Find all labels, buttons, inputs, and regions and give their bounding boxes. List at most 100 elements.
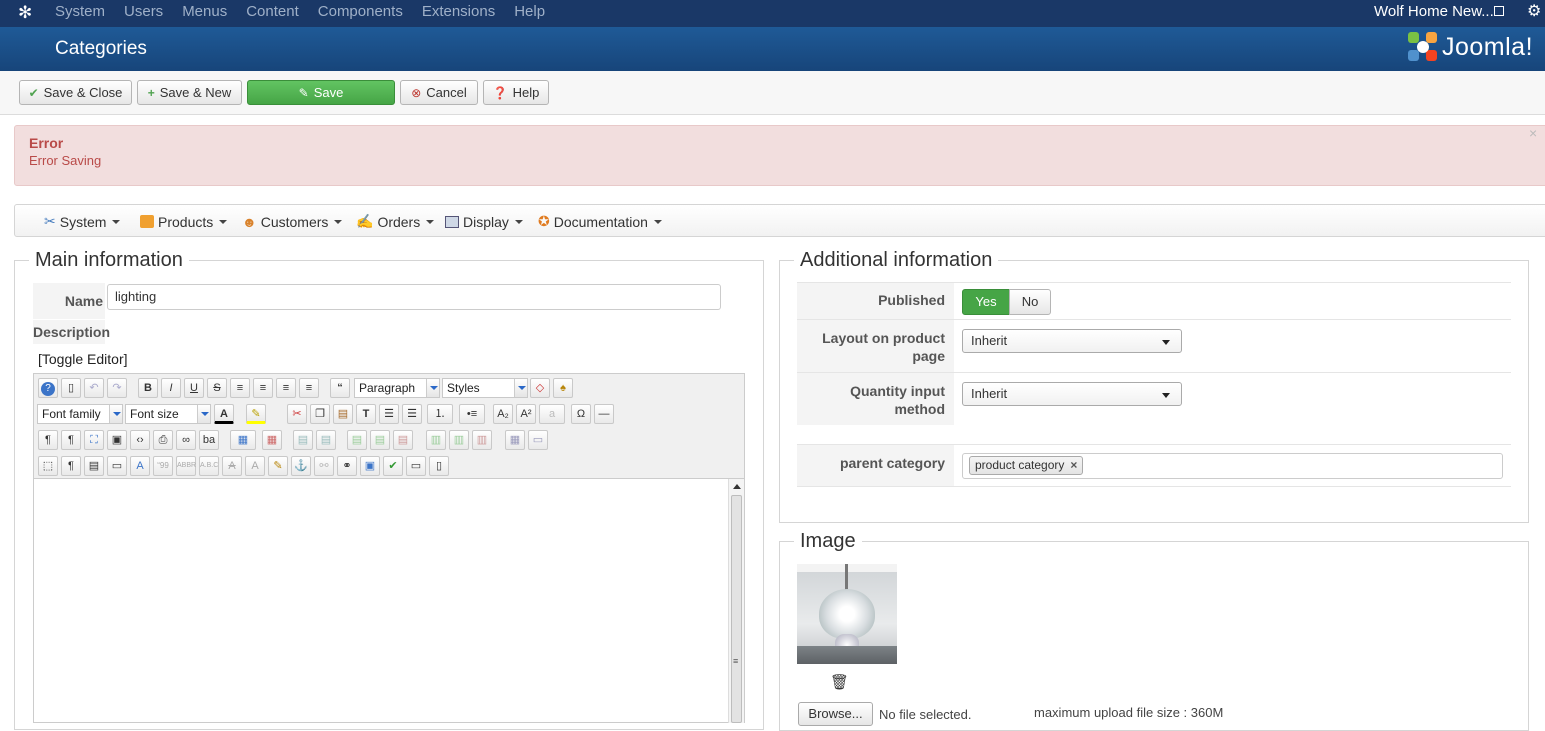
- replace-icon[interactable]: ☰: [402, 404, 422, 424]
- print-icon[interactable]: ⎙: [153, 430, 173, 450]
- save-button[interactable]: ✎ Save: [247, 80, 395, 105]
- menu-users[interactable]: Users: [124, 0, 163, 27]
- copy-icon[interactable]: ❐: [310, 404, 330, 424]
- eraser-icon[interactable]: ◇: [530, 378, 550, 398]
- bold-icon[interactable]: B: [138, 378, 158, 398]
- help-button[interactable]: ❓ Help: [483, 80, 549, 105]
- editor-scrollbar[interactable]: ≡: [728, 479, 744, 723]
- cleanup-icon[interactable]: ♠: [553, 378, 573, 398]
- styleprops-icon[interactable]: A: [130, 456, 150, 476]
- browse-button[interactable]: Browse...: [798, 702, 873, 726]
- new-document-icon[interactable]: ▯: [61, 378, 81, 398]
- joomla-logo-icon[interactable]: ✻: [18, 3, 38, 23]
- visual-aid-icon[interactable]: ⬚: [38, 456, 58, 476]
- template-icon[interactable]: ▤: [84, 456, 104, 476]
- row-delete-icon[interactable]: ▤: [393, 430, 413, 450]
- show-blocks-icon[interactable]: ¶: [61, 456, 81, 476]
- vm-menu-orders[interactable]: ✍ Orders: [356, 205, 435, 238]
- vm-menu-system[interactable]: ✂ System: [44, 205, 121, 238]
- gear-icon[interactable]: ⚙: [1527, 1, 1541, 23]
- vm-menu-customers[interactable]: ☻ Customers: [242, 205, 343, 238]
- split-cells-icon[interactable]: ▦: [505, 430, 525, 450]
- close-icon[interactable]: ×: [1529, 125, 1537, 141]
- remove-tag-icon[interactable]: ×: [1070, 457, 1077, 474]
- abbr-icon[interactable]: ABBR: [176, 456, 196, 476]
- readmore-icon[interactable]: ▯: [429, 456, 449, 476]
- menu-help[interactable]: Help: [514, 0, 545, 27]
- anchor-icon[interactable]: ⚓: [291, 456, 311, 476]
- italic-icon[interactable]: I: [161, 378, 181, 398]
- cut-icon[interactable]: ✂: [287, 404, 307, 424]
- code-icon[interactable]: ‹›: [130, 430, 150, 450]
- numbered-list-icon[interactable]: ⒈: [427, 404, 453, 424]
- col-delete-icon[interactable]: ▥: [472, 430, 492, 450]
- font-size-select[interactable]: Font size: [125, 404, 211, 424]
- row-before-icon[interactable]: ▤: [347, 430, 367, 450]
- redo-icon[interactable]: ↷: [107, 378, 127, 398]
- name-input[interactable]: lighting: [107, 284, 721, 310]
- subscript-icon[interactable]: A₂: [493, 404, 513, 424]
- quantity-select[interactable]: Inherit: [962, 382, 1182, 406]
- ltr-icon[interactable]: ¶: [38, 430, 58, 450]
- parent-category-field[interactable]: product category ×: [962, 453, 1503, 479]
- undo-icon[interactable]: ↶: [84, 378, 104, 398]
- find-icon[interactable]: ☰: [379, 404, 399, 424]
- superscript-icon[interactable]: A²: [516, 404, 536, 424]
- table-delete-icon[interactable]: ▦: [262, 430, 282, 450]
- menu-menus[interactable]: Menus: [182, 0, 227, 27]
- published-yes-button[interactable]: Yes: [962, 289, 1010, 315]
- binoculars-icon[interactable]: ∞: [176, 430, 196, 450]
- row-after-icon[interactable]: ▤: [370, 430, 390, 450]
- strikethrough-icon[interactable]: S: [207, 378, 227, 398]
- image-icon[interactable]: ▣: [360, 456, 380, 476]
- cancel-button[interactable]: ⊗ Cancel: [400, 80, 478, 105]
- save-new-button[interactable]: + Save & New: [137, 80, 242, 105]
- menu-components[interactable]: Components: [318, 0, 403, 27]
- highlight-color-icon[interactable]: ✎: [246, 404, 266, 424]
- toggle-editor-link[interactable]: [Toggle Editor]: [38, 351, 128, 367]
- acronym-icon[interactable]: A.B.C: [199, 456, 219, 476]
- table-cell-props-icon[interactable]: ▤: [316, 430, 336, 450]
- vm-menu-products[interactable]: Products: [140, 205, 228, 238]
- fullscreen-icon[interactable]: ⛶: [84, 430, 104, 450]
- link-icon[interactable]: ⚭: [337, 456, 357, 476]
- paste-icon[interactable]: ▤: [333, 404, 353, 424]
- help-icon[interactable]: ?: [38, 378, 58, 398]
- text-color-icon[interactable]: A: [214, 404, 234, 424]
- published-no-button[interactable]: No: [1009, 289, 1051, 315]
- vm-menu-documentation[interactable]: ✪ Documentation: [538, 205, 662, 238]
- layout-select[interactable]: Inherit: [962, 329, 1182, 353]
- editor-content[interactable]: ≡: [33, 479, 745, 723]
- save-close-button[interactable]: ✔ Save & Close: [19, 80, 132, 105]
- vm-menu-display[interactable]: Display: [445, 205, 523, 238]
- menu-system[interactable]: System: [55, 0, 105, 27]
- blockquote-icon[interactable]: “: [330, 378, 350, 398]
- cite-icon[interactable]: “99: [153, 456, 173, 476]
- merge-cells-icon[interactable]: ▭: [528, 430, 548, 450]
- align-left-icon[interactable]: ≡: [230, 378, 250, 398]
- site-link[interactable]: Wolf Home New...: [1374, 0, 1494, 24]
- bullet-list-icon[interactable]: •≡: [459, 404, 485, 424]
- horizontal-rule-icon[interactable]: —: [594, 404, 614, 424]
- table-insert-icon[interactable]: ▦: [230, 430, 256, 450]
- search-replace-icon[interactable]: ba: [199, 430, 219, 450]
- col-before-icon[interactable]: ▥: [426, 430, 446, 450]
- paste-text-icon[interactable]: T: [356, 404, 376, 424]
- rtl-icon[interactable]: ¶: [61, 430, 81, 450]
- attributes-icon[interactable]: ✎: [268, 456, 288, 476]
- align-justify-icon[interactable]: ≡: [299, 378, 319, 398]
- format-select[interactable]: Paragraph: [354, 378, 440, 398]
- text-direction-icon[interactable]: a: [539, 404, 565, 424]
- table-row-props-icon[interactable]: ▤: [293, 430, 313, 450]
- align-center-icon[interactable]: ≡: [253, 378, 273, 398]
- menu-content[interactable]: Content: [246, 0, 299, 27]
- styles-select[interactable]: Styles: [442, 378, 528, 398]
- spellcheck-icon[interactable]: ✔: [383, 456, 403, 476]
- special-char-icon[interactable]: Ω: [571, 404, 591, 424]
- trash-icon[interactable]: 🗑: [830, 673, 849, 691]
- underline-icon[interactable]: U: [184, 378, 204, 398]
- del-icon[interactable]: A: [222, 456, 242, 476]
- ins-icon[interactable]: A: [245, 456, 265, 476]
- col-after-icon[interactable]: ▥: [449, 430, 469, 450]
- preview-icon[interactable]: ▣: [107, 430, 127, 450]
